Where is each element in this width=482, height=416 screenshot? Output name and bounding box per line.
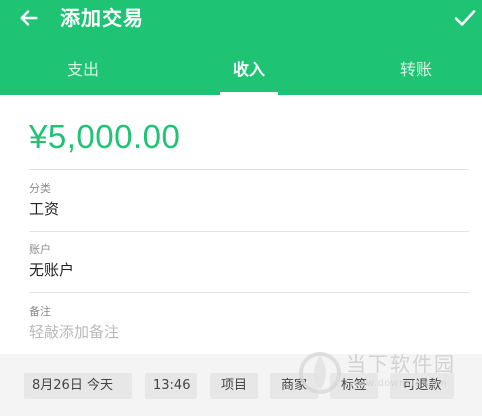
page-title: 添加交易	[60, 6, 144, 30]
confirm-button[interactable]	[450, 3, 480, 33]
note-input[interactable]: 轻敲添加备注	[29, 322, 119, 342]
arrow-left-icon	[20, 10, 38, 26]
transaction-type-tabs: 支出 收入 转账	[0, 52, 482, 95]
tab-income[interactable]: 收入	[189, 52, 309, 95]
date-chip[interactable]: 8月26日 今天	[24, 373, 132, 399]
chip-bar: 8月26日 今天 13:46 项目 商家 标签 可退款	[0, 354, 482, 416]
note-label: 备注	[29, 305, 51, 318]
account-value[interactable]: 无账户	[29, 260, 74, 280]
tab-expense[interactable]: 支出	[23, 52, 143, 95]
category-label: 分类	[29, 182, 51, 195]
amount-input[interactable]: ¥5,000.00	[29, 115, 180, 159]
project-chip[interactable]: 项目	[210, 373, 258, 399]
merchant-chip[interactable]: 商家	[270, 373, 318, 399]
back-button[interactable]	[14, 3, 44, 33]
account-label: 账户	[29, 243, 51, 256]
tab-transfer[interactable]: 转账	[356, 52, 476, 95]
divider	[29, 169, 469, 170]
time-chip[interactable]: 13:46	[145, 373, 197, 399]
tag-chip[interactable]: 标签	[330, 373, 378, 399]
check-icon	[454, 10, 476, 26]
divider	[29, 292, 469, 293]
active-tab-indicator	[220, 92, 278, 95]
divider	[29, 231, 469, 232]
refundable-chip[interactable]: 可退款	[390, 373, 454, 399]
app-bar: 添加交易 支出 收入 转账	[0, 0, 482, 95]
category-value[interactable]: 工资	[29, 199, 59, 219]
